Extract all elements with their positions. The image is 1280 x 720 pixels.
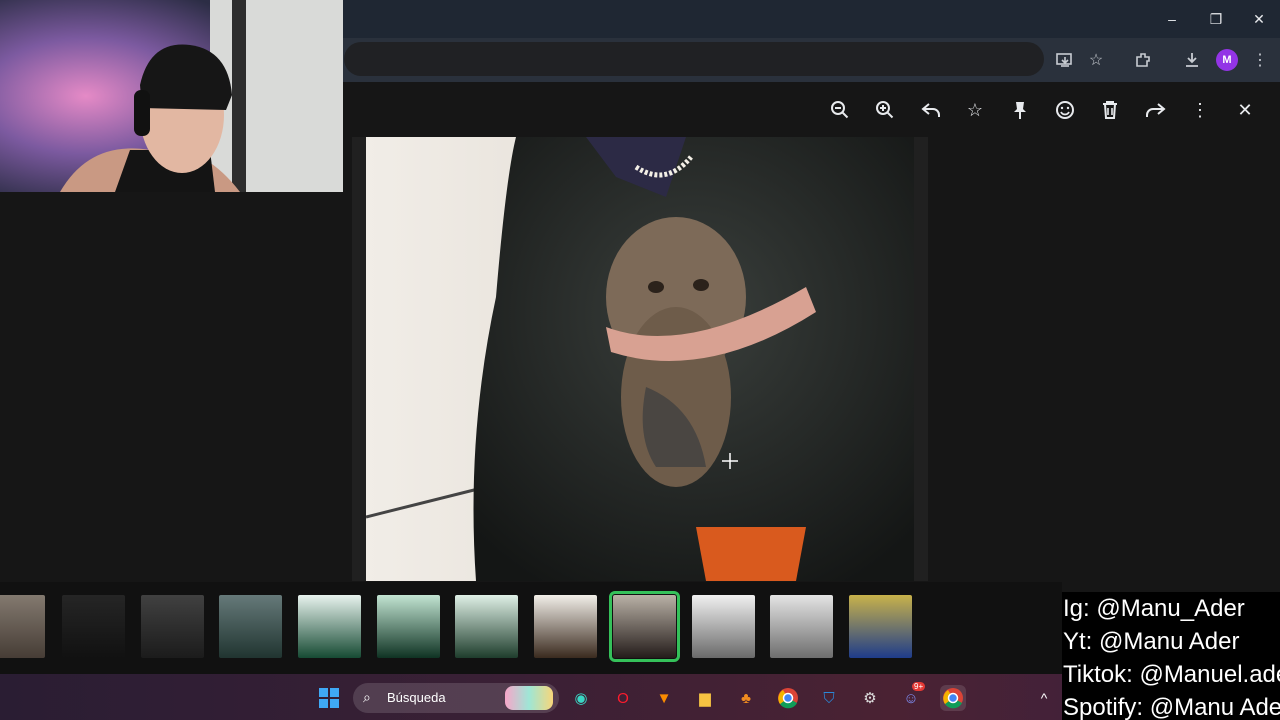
social-overlay: Ig: @Manu_Ader Yt: @Manu Ader Tiktok: @M…: [1062, 592, 1280, 720]
edge-icon[interactable]: ◉: [568, 685, 594, 711]
chrome-icon[interactable]: [775, 685, 801, 711]
social-line-spotify: Spotify: @Manu Ader: [1063, 694, 1280, 720]
tray-chevron-icon[interactable]: ^: [1031, 685, 1057, 711]
profile-avatar[interactable]: M: [1216, 49, 1238, 71]
filmstrip: [0, 582, 1062, 674]
webcam-overlay: [0, 0, 343, 192]
minimize-button[interactable]: –: [1160, 8, 1184, 30]
thumbnail[interactable]: [692, 595, 755, 658]
opera-icon[interactable]: O: [610, 685, 636, 711]
search-icon: ⌕: [363, 689, 371, 705]
tray-chevron-glyph: ^: [1040, 690, 1048, 706]
reply-icon[interactable]: [918, 98, 944, 122]
discord-icon[interactable]: ☺ 9+: [898, 682, 926, 711]
thumbnail-selected[interactable]: [609, 591, 680, 662]
install-app-icon[interactable]: [1053, 49, 1077, 71]
profile-initial: M: [1222, 54, 1232, 66]
restore-icon: ❐: [1209, 10, 1223, 27]
forward-icon[interactable]: [1142, 98, 1168, 122]
discord-badge: 9+: [912, 682, 926, 691]
restore-button[interactable]: ❐: [1204, 8, 1228, 30]
thumbnail[interactable]: [377, 595, 440, 658]
thumbnail[interactable]: [455, 595, 518, 658]
defender-icon[interactable]: ⛉: [816, 685, 842, 711]
minimize-icon: –: [1168, 11, 1176, 27]
download-icon[interactable]: [1180, 49, 1204, 71]
fl-studio-icon[interactable]: ♣: [733, 685, 759, 711]
thumbnail[interactable]: [0, 595, 45, 658]
thumbnail[interactable]: [62, 595, 125, 658]
file-explorer-icon[interactable]: ▆: [692, 685, 718, 711]
more-icon[interactable]: ⋮: [1187, 98, 1213, 122]
thumbnail[interactable]: [534, 595, 597, 658]
thumbnail[interactable]: [141, 595, 204, 658]
extensions-icon[interactable]: [1131, 49, 1155, 71]
search-highlight-icon: [505, 686, 553, 710]
thumbnail[interactable]: [219, 595, 282, 658]
menu-icon[interactable]: ⋮: [1248, 49, 1272, 71]
thumbnail[interactable]: [770, 595, 833, 658]
brave-icon[interactable]: ▼: [651, 685, 677, 711]
social-line-ig: Ig: @Manu_Ader: [1063, 595, 1245, 622]
chrome-profile-icon[interactable]: [940, 685, 966, 711]
steam-icon[interactable]: ⚙: [857, 685, 883, 711]
close-window-icon: ✕: [1253, 10, 1265, 27]
zoom-out-icon[interactable]: [827, 98, 853, 122]
main-photo[interactable]: [366, 137, 914, 581]
bookmark-star-icon[interactable]: ☆: [1084, 49, 1108, 71]
thumbnail[interactable]: [849, 595, 912, 658]
delete-icon[interactable]: [1097, 98, 1123, 122]
zoom-in-icon[interactable]: [872, 98, 898, 122]
close-window-button[interactable]: ✕: [1247, 8, 1271, 30]
search-placeholder: Búsqueda: [387, 690, 446, 705]
start-icon[interactable]: [316, 685, 342, 711]
taskbar-search[interactable]: ⌕ Búsqueda: [353, 683, 559, 713]
star-icon[interactable]: ☆: [962, 98, 988, 122]
thumbnail[interactable]: [298, 595, 361, 658]
social-line-yt: Yt: @Manu Ader: [1063, 628, 1240, 655]
address-bar[interactable]: [344, 42, 1044, 76]
close-icon[interactable]: ✕: [1232, 98, 1258, 122]
pin-icon[interactable]: [1007, 98, 1033, 122]
social-line-tiktok: Tiktok: @Manuel.ader: [1063, 661, 1280, 688]
react-icon[interactable]: [1052, 98, 1078, 122]
